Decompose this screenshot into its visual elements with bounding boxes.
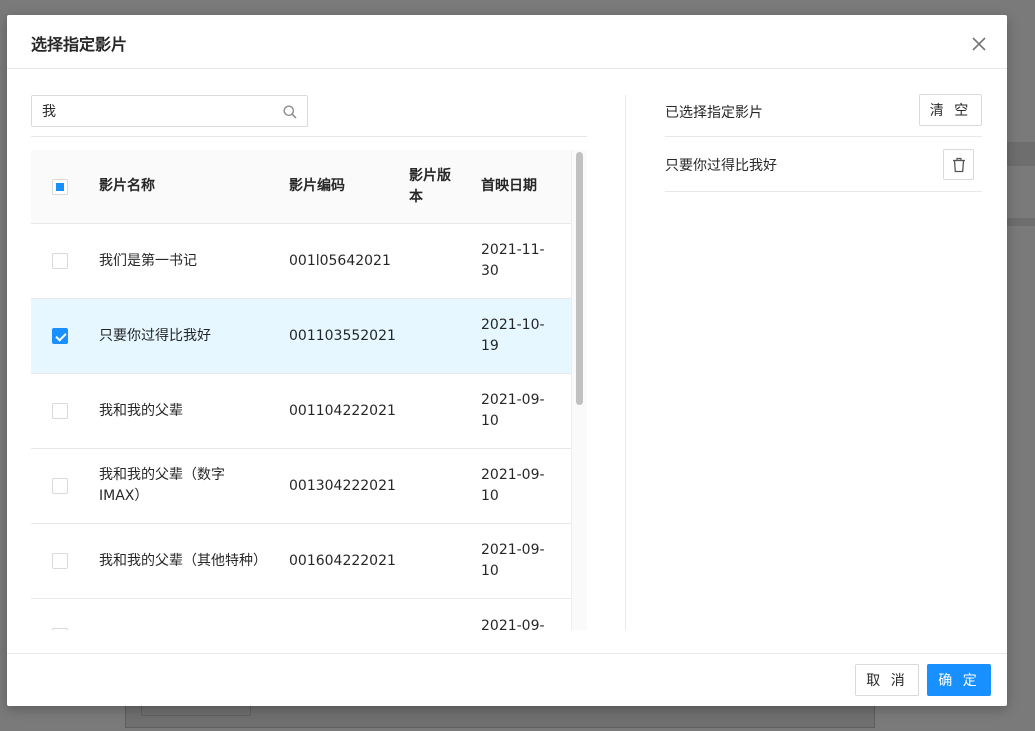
select-film-modal: 选择指定影片 影片名称 影片编码 影片版本 首映日期	[7, 15, 1007, 706]
confirm-button[interactable]: 确 定	[927, 664, 991, 696]
trash-icon	[952, 157, 965, 172]
table-row[interactable]: 2021-09-	[31, 599, 571, 630]
row-checkbox[interactable]	[52, 253, 68, 269]
row-check-cell	[52, 449, 70, 523]
film-code: 001l05642021	[289, 252, 391, 269]
film-name: 我和我的父辈	[99, 402, 183, 419]
table-row[interactable]: 我和我的父辈（数字IMAX） 001304222021 2021-09-10	[31, 449, 571, 524]
column-header-code: 影片编码	[289, 178, 345, 194]
film-code: 001104222021	[289, 402, 396, 419]
row-check-cell	[52, 374, 70, 448]
table-row[interactable]: 只要你过得比我好 001103552021 2021-10-19	[31, 299, 571, 374]
film-code: 001304222021	[289, 477, 396, 494]
scrollbar-thumb[interactable]	[576, 152, 583, 405]
select-all-checkbox[interactable]	[52, 178, 68, 195]
film-code: 001103552021	[289, 327, 396, 344]
column-header-version: 影片版本	[409, 167, 451, 205]
film-version	[409, 224, 464, 298]
row-checkbox[interactable]	[52, 553, 68, 569]
background-strip	[1007, 218, 1035, 226]
film-code	[289, 599, 404, 630]
close-button[interactable]	[964, 29, 994, 59]
cancel-button[interactable]: 取 消	[855, 664, 919, 696]
selected-header: 已选择指定影片 清 空	[665, 94, 982, 137]
film-name: 我们是第一书记	[99, 252, 197, 269]
film-date: 2021-09-10	[481, 392, 545, 429]
film-name	[99, 599, 274, 630]
search-divider	[31, 136, 587, 137]
header-check-cell	[52, 150, 70, 223]
film-name: 我和我的父辈（其他特种）	[99, 552, 267, 569]
search-input[interactable]	[42, 101, 272, 121]
film-table: 影片名称 影片编码 影片版本 首映日期 我们是第一书记 001l05642021…	[31, 150, 587, 630]
table-row[interactable]: 我和我的父辈（其他特种） 001604222021 2021-09-10	[31, 524, 571, 599]
film-date: 2021-09-10	[481, 542, 545, 579]
background-strip	[1007, 142, 1035, 166]
modal-title: 选择指定影片	[31, 35, 128, 54]
row-checkbox[interactable]	[52, 403, 68, 419]
search-box	[31, 95, 308, 127]
row-check-cell	[52, 299, 70, 373]
row-checkbox[interactable]	[52, 478, 68, 494]
film-name: 只要你过得比我好	[99, 327, 211, 344]
table-scrollbar[interactable]	[571, 150, 587, 630]
table-row[interactable]: 我们是第一书记 001l05642021 2021-11-30	[31, 224, 571, 299]
film-date: 2021-09-	[481, 618, 545, 630]
film-version	[409, 524, 464, 598]
table-header: 影片名称 影片编码 影片版本 首映日期	[31, 150, 571, 224]
modal-footer: 取 消 确 定	[7, 653, 1007, 706]
selected-film-name: 只要你过得比我好	[665, 158, 777, 174]
film-version	[409, 299, 464, 373]
film-date: 2021-09-10	[481, 467, 545, 504]
row-checkbox[interactable]	[52, 628, 68, 630]
row-check-cell	[52, 599, 70, 630]
row-check-cell	[52, 524, 70, 598]
row-check-cell	[52, 224, 70, 298]
selected-title: 已选择指定影片	[665, 105, 763, 121]
table-row[interactable]: 我和我的父辈 001104222021 2021-09-10	[31, 374, 571, 449]
film-date: 2021-10-19	[481, 317, 545, 354]
modal-header: 选择指定影片	[7, 15, 1007, 69]
film-name: 我和我的父辈（数字IMAX）	[99, 467, 225, 504]
column-header-date: 首映日期	[481, 178, 537, 194]
film-date: 2021-11-30	[481, 242, 545, 279]
film-version	[409, 374, 464, 448]
film-code: 001604222021	[289, 552, 396, 569]
film-version	[409, 599, 464, 630]
close-icon	[972, 37, 986, 51]
search-icon[interactable]	[282, 104, 298, 120]
clear-button[interactable]: 清 空	[919, 94, 982, 126]
film-list-pane: 影片名称 影片编码 影片版本 首映日期 我们是第一书记 001l05642021…	[31, 95, 587, 630]
pane-divider	[625, 95, 626, 630]
film-version	[409, 449, 464, 523]
column-header-name: 影片名称	[99, 178, 155, 194]
row-checkbox[interactable]	[52, 328, 68, 344]
delete-button[interactable]	[943, 149, 974, 180]
selected-film-item: 只要你过得比我好	[665, 137, 982, 192]
